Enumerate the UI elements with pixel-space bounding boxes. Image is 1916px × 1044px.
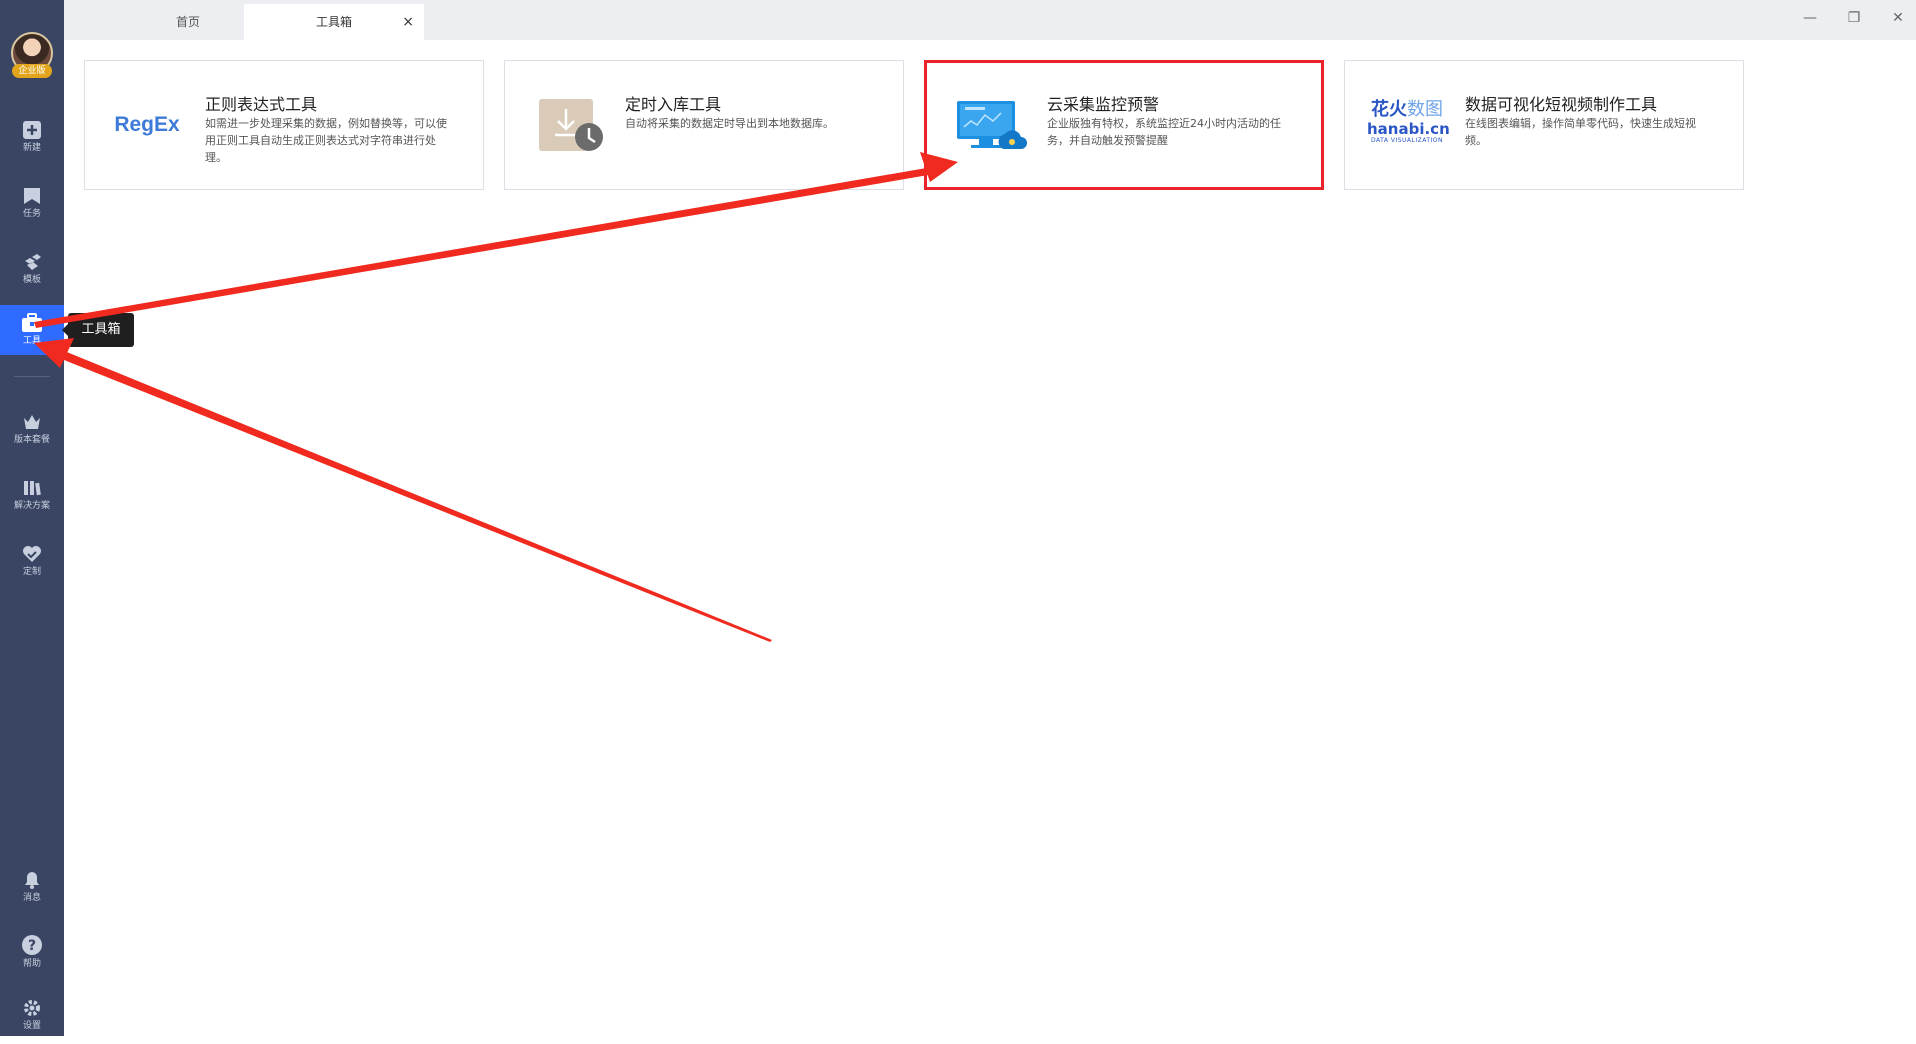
question-circle-icon: ? (22, 935, 42, 955)
minimize-button[interactable]: — (1798, 10, 1822, 30)
svg-text:?: ? (28, 938, 36, 954)
sidebar-divider (14, 376, 50, 377)
edition-badge: 企业版 (12, 64, 52, 78)
sidebar-item-tools[interactable]: 工具 (0, 305, 64, 355)
toolbox-icon (22, 313, 42, 332)
restore-button[interactable]: ❐ (1842, 10, 1866, 30)
sidebar-item-templates[interactable]: 模板 (0, 244, 64, 298)
logo-subtext: DATA VISUALIZATION (1370, 137, 1444, 144)
tab-bar: 首页 工具箱 × — ❐ ✕ (64, 0, 1916, 40)
tool-card-regex[interactable]: RegEx 正则表达式工具 如需进一步处理采集的数据，例如替换等，可以使用正则工… (84, 60, 484, 190)
card-title: 数据可视化短视频制作工具 (1465, 95, 1658, 114)
hanabi-logo: 花火数图 hanabi.cn DATA VISUALIZATION (1367, 99, 1450, 155)
card-desc: 在线图表编辑，操作简单零代码，快速生成短视频。 (1465, 117, 1696, 147)
arrow-to-cloud-monitor (34, 166, 940, 328)
tab-toolbox[interactable]: 工具箱 × (244, 4, 424, 40)
card-desc: 如需进一步处理采集的数据，例如替换等，可以使用正则工具自动生成正则表达式对字符串… (205, 117, 447, 164)
gear-icon (24, 1000, 40, 1016)
sidebar-item-plans[interactable]: 版本套餐 (0, 404, 64, 458)
sidebar-item-label: 新建 (22, 143, 41, 153)
tool-card-cloud-monitor[interactable]: 云采集监控预警 企业版独有特权，系统监控近24小时内活动的任务，并自动触发预警提… (924, 60, 1324, 190)
monitor-cloud-icon (949, 97, 1029, 153)
download-clock-icon (527, 97, 607, 153)
sidebar-item-custom[interactable]: 定制 (0, 536, 64, 590)
plus-square-icon (23, 121, 41, 139)
heart-check-icon (23, 546, 41, 562)
sidebar-item-label: 模板 (22, 275, 41, 285)
card-desc: 自动将采集的数据定时导出到本地数据库。 (625, 117, 834, 130)
sidebar-item-label: 工具 (22, 336, 41, 346)
sidebar-item-label: 消息 (22, 893, 41, 903)
card-title: 定时入库工具 (625, 95, 722, 114)
sidebar-item-help[interactable]: ? 帮助 (0, 926, 64, 980)
close-window-button[interactable]: ✕ (1886, 10, 1910, 30)
card-title: 正则表达式工具 (205, 95, 318, 114)
sidebar-item-new[interactable]: 新建 (0, 112, 64, 166)
book-stack-icon (24, 481, 41, 496)
sidebar-item-label: 版本套餐 (13, 435, 50, 445)
sidebar-item-label: 设置 (22, 1021, 41, 1031)
bookmark-icon (24, 188, 40, 204)
tab-home[interactable]: 首页 (128, 4, 248, 40)
crown-icon (24, 415, 40, 429)
bell-icon (25, 872, 39, 889)
sidebar-item-solutions[interactable]: 解决方案 (0, 470, 64, 524)
logo-text: hanabi.cn (1367, 120, 1450, 138)
sidebar-item-label: 任务 (22, 209, 41, 219)
tab-label: 工具箱 (315, 15, 352, 29)
cubes-icon (25, 254, 41, 270)
tab-label: 首页 (175, 15, 200, 29)
close-tab-icon[interactable]: × (402, 4, 414, 40)
tools-tooltip: 工具箱 (62, 313, 134, 347)
regex-logo: RegEx (114, 113, 180, 136)
sidebar-item-tasks[interactable]: 任务 (0, 178, 64, 232)
tool-card-scheduled-import[interactable]: 定时入库工具 自动将采集的数据定时导出到本地数据库。 (504, 60, 904, 190)
logo-text: 花火 (1371, 99, 1407, 120)
card-title: 云采集监控预警 (1047, 95, 1160, 114)
tool-card-data-video[interactable]: 花火数图 hanabi.cn DATA VISUALIZATION 数据可视化短… (1344, 60, 1744, 190)
logo-text: 数图 (1407, 99, 1443, 120)
sidebar-item-messages[interactable]: 消息 (0, 862, 64, 916)
sidebar: 企业版 新建 任务 模板 工具 版本套餐 解决方案 定制 消息 ? 帮助 设置 (0, 0, 64, 1036)
sidebar-item-label: 解决方案 (13, 501, 50, 511)
arrow-from-bottom (44, 346, 772, 642)
sidebar-item-label: 帮助 (22, 959, 41, 969)
sidebar-item-label: 定制 (22, 567, 41, 577)
card-desc: 企业版独有特权，系统监控近24小时内活动的任务，并自动触发预警提醒 (1047, 117, 1281, 147)
